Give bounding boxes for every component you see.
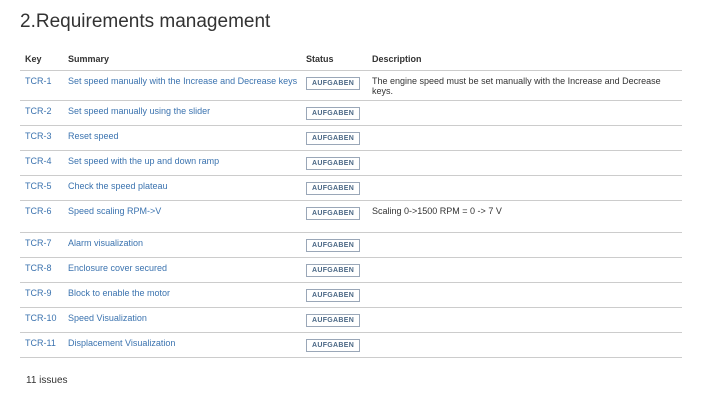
status-cell: AUFGABEN [301,307,367,333]
description-cell [367,100,682,126]
status-cell: AUFGABEN [301,200,367,233]
status-cell: AUFGABEN [301,70,367,101]
description-cell [367,282,682,308]
table-row: TCR-11 Displacement Visualization AUFGABEN [20,332,682,358]
key-cell: TCR-9 [20,282,63,308]
issue-summary-link[interactable]: Reset speed [68,131,119,141]
issues-table: Key Summary Status Description TCR-1 Set … [20,48,682,358]
table-row: TCR-7 Alarm visualization AUFGABEN [20,232,682,258]
issue-summary-link[interactable]: Speed scaling RPM->V [68,206,161,216]
column-header-key[interactable]: Key [20,48,63,71]
issue-summary-link[interactable]: Enclosure cover secured [68,263,167,273]
issue-summary-link[interactable]: Alarm visualization [68,238,143,248]
issue-key-link[interactable]: TCR-2 [25,106,52,116]
description-cell [367,307,682,333]
issue-key-link[interactable]: TCR-3 [25,131,52,141]
table-header-row: Key Summary Status Description [20,48,682,71]
issue-key-link[interactable]: TCR-7 [25,238,52,248]
issue-summary-link[interactable]: Set speed manually using the slider [68,106,210,116]
summary-cell: Speed scaling RPM->V [63,200,301,233]
summary-cell: Enclosure cover secured [63,257,301,283]
issue-key-link[interactable]: TCR-9 [25,288,52,298]
status-cell: AUFGABEN [301,175,367,201]
key-cell: TCR-2 [20,100,63,126]
summary-cell: Check the speed plateau [63,175,301,201]
description-cell [367,125,682,151]
status-cell: AUFGABEN [301,125,367,151]
page-title: 2.Requirements management [20,11,271,32]
key-cell: TCR-4 [20,150,63,176]
status-badge: AUFGABEN [306,157,361,170]
key-cell: TCR-7 [20,232,63,258]
table-row: TCR-5 Check the speed plateau AUFGABEN [20,175,682,201]
issue-summary-link[interactable]: Set speed manually with the Increase and… [68,76,297,86]
issue-summary-link[interactable]: Check the speed plateau [68,181,168,191]
summary-cell: Alarm visualization [63,232,301,258]
summary-cell: Displacement Visualization [63,332,301,358]
description-cell [367,232,682,258]
status-badge: AUFGABEN [306,314,361,327]
issue-summary-link[interactable]: Speed Visualization [68,313,147,323]
status-badge: AUFGABEN [306,107,361,120]
issue-summary-link[interactable]: Displacement Visualization [68,338,175,348]
issue-key-link[interactable]: TCR-5 [25,181,52,191]
table-row: TCR-10 Speed Visualization AUFGABEN [20,307,682,333]
key-cell: TCR-8 [20,257,63,283]
description-cell: Scaling 0->1500 RPM = 0 -> 7 V [367,200,682,233]
table-row: TCR-8 Enclosure cover secured AUFGABEN [20,257,682,283]
issue-key-link[interactable]: TCR-10 [25,313,57,323]
summary-cell: Block to enable the motor [63,282,301,308]
summary-cell: Speed Visualization [63,307,301,333]
status-cell: AUFGABEN [301,100,367,126]
key-cell: TCR-11 [20,332,63,358]
status-badge: AUFGABEN [306,182,361,195]
description-cell [367,257,682,283]
table-row: TCR-1 Set speed manually with the Increas… [20,70,682,101]
key-cell: TCR-10 [20,307,63,333]
status-badge: AUFGABEN [306,264,361,277]
table-row: TCR-6 Speed scaling RPM->V AUFGABEN Scaling… [20,200,682,233]
column-header-status[interactable]: Status [301,48,367,71]
key-cell: TCR-5 [20,175,63,201]
key-cell: TCR-3 [20,125,63,151]
status-cell: AUFGABEN [301,282,367,308]
status-badge: AUFGABEN [306,132,361,145]
table-row: TCR-9 Block to enable the motor AUFGABEN [20,282,682,308]
description-cell: The engine speed must be set manually wi… [367,70,682,101]
status-cell: AUFGABEN [301,332,367,358]
status-badge: AUFGABEN [306,239,361,252]
status-cell: AUFGABEN [301,232,367,258]
summary-cell: Set speed manually using the slider [63,100,301,126]
status-cell: AUFGABEN [301,150,367,176]
status-badge: AUFGABEN [306,77,361,90]
table-row: TCR-4 Set speed with the up and down ramp… [20,150,682,176]
column-header-summary[interactable]: Summary [63,48,301,71]
issue-summary-link[interactable]: Block to enable the motor [68,288,170,298]
status-badge: AUFGABEN [306,289,361,302]
issue-key-link[interactable]: TCR-6 [25,206,52,216]
issue-key-link[interactable]: TCR-8 [25,263,52,273]
status-cell: AUFGABEN [301,257,367,283]
table-row: TCR-2 Set speed manually using the slider… [20,100,682,126]
issue-count: 11 issues [26,375,68,386]
status-badge: AUFGABEN [306,207,361,220]
issue-key-link[interactable]: TCR-4 [25,156,52,166]
status-badge: AUFGABEN [306,339,361,352]
summary-cell: Set speed with the up and down ramp [63,150,301,176]
key-cell: TCR-6 [20,200,63,233]
issue-key-link[interactable]: TCR-1 [25,76,52,86]
summary-cell: Reset speed [63,125,301,151]
summary-cell: Set speed manually with the Increase and… [63,70,301,101]
description-cell [367,175,682,201]
key-cell: TCR-1 [20,70,63,101]
description-cell [367,150,682,176]
issue-key-link[interactable]: TCR-11 [25,338,56,348]
column-header-description[interactable]: Description [367,48,682,71]
description-cell [367,332,682,358]
issue-summary-link[interactable]: Set speed with the up and down ramp [68,156,219,166]
table-row: TCR-3 Reset speed AUFGABEN [20,125,682,151]
